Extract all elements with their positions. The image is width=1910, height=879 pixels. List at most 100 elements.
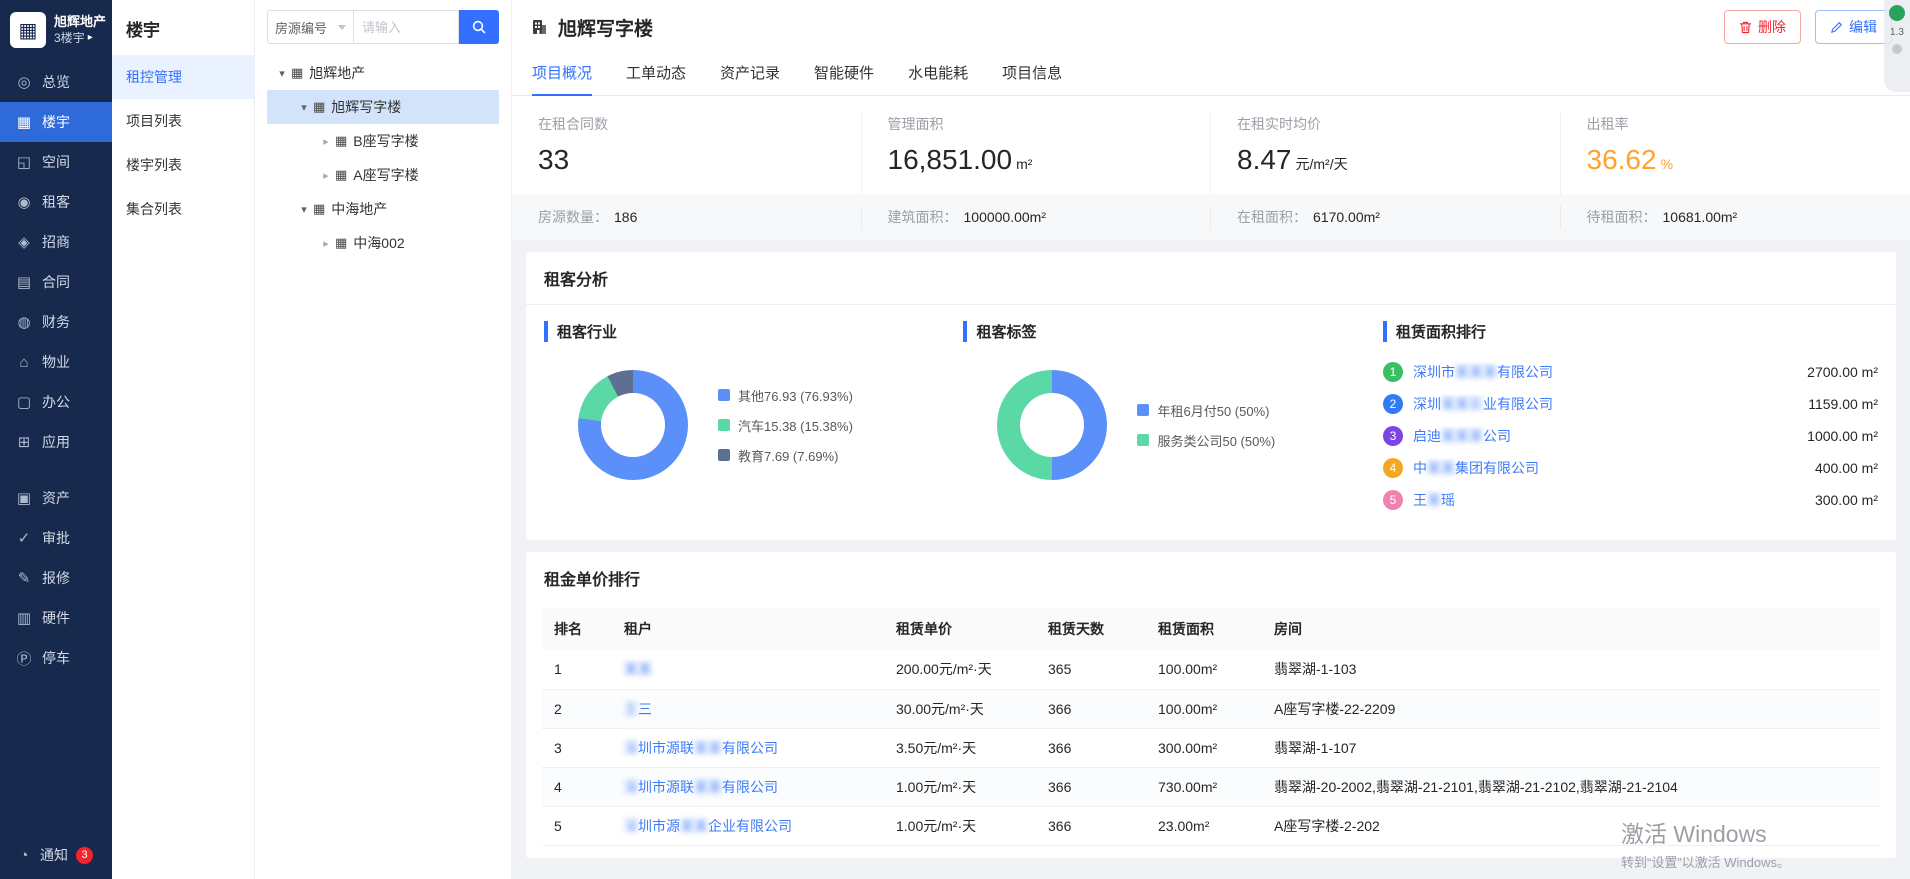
tree-node[interactable]: ▾▦旭辉写字楼	[267, 90, 499, 124]
substat-label: 待租面积：	[1587, 209, 1657, 225]
tree-node[interactable]: ▾▦中海地产	[267, 192, 499, 226]
tree-node-label: 中海地产	[331, 199, 387, 219]
area-ranking-title: 租赁面积排行	[1383, 321, 1878, 342]
stat-value: 8.47元/m²/天	[1237, 144, 1534, 176]
sidebar-item-label: 资产	[42, 488, 70, 508]
cell-price: 1.00元/m²·天	[884, 767, 1036, 806]
submenu-item[interactable]: 项目列表	[112, 99, 254, 143]
sidebar-item-parking[interactable]: Ⓟ停车	[0, 638, 112, 678]
caret-down-icon[interactable]: ▾	[273, 67, 291, 80]
submenu-item[interactable]: 集合列表	[112, 187, 254, 231]
cell-days: 366	[1036, 806, 1146, 845]
stat-value: 16,851.00m²	[888, 144, 1185, 176]
tab-智能硬件[interactable]: 智能硬件	[814, 62, 874, 95]
name-segment: 某某实	[1441, 396, 1483, 412]
tenant-link[interactable]: 某某	[624, 661, 652, 677]
tenant-link[interactable]: 深圳市源联某某有限公司	[624, 779, 778, 795]
building-icon: ▦	[291, 65, 303, 81]
sidebar-item-apps[interactable]: ⊞应用	[0, 422, 112, 462]
building-tree: ▾▦旭辉地产▾▦旭辉写字楼▸▦B座写字楼▸▦A座写字楼▾▦中海地产▸▦中海002	[267, 56, 499, 260]
sidebar-item-tenant[interactable]: ◉租客	[0, 182, 112, 222]
cell-tenant: 王三	[612, 689, 884, 728]
name-segment: 有限公司	[1497, 364, 1553, 380]
watermark-line2: 转到“设置”以激活 Windows。	[1621, 852, 1790, 871]
tab-水电能耗[interactable]: 水电能耗	[908, 62, 968, 95]
stat-value: 33	[538, 144, 835, 176]
sidebar-item-approval[interactable]: ✓审批	[0, 518, 112, 558]
approval-icon: ✓	[16, 529, 32, 547]
company-link[interactable]: 深圳市某某某有限公司	[1413, 362, 1795, 382]
tags-chart-legend: 年租6月付50 (50%)服务类公司50 (50%)	[1137, 401, 1275, 450]
caret-right-icon[interactable]: ▸	[317, 169, 335, 182]
company-link[interactable]: 深圳某某实业有限公司	[1413, 394, 1796, 414]
secondary-sidebar: 楼宇 租控管理项目列表楼宇列表集合列表	[112, 0, 255, 879]
table-row: 1某某200.00元/m²·天365100.00m²翡翠湖-1-103	[542, 650, 1880, 689]
company-link[interactable]: 中某某集团有限公司	[1413, 458, 1803, 478]
tree-node[interactable]: ▾▦旭辉地产	[267, 56, 499, 90]
rank-area-value: 1159.00 m²	[1808, 396, 1878, 412]
substat-value: 100000.00m²	[964, 209, 1047, 225]
caret-down-icon[interactable]: ▾	[295, 101, 313, 114]
cell-rooms: 翡翠湖-1-107	[1262, 728, 1880, 767]
search-button[interactable]	[459, 10, 499, 44]
sidebar-item-building[interactable]: ▦楼宇	[0, 102, 112, 142]
legend-label: 其他76.93 (76.93%)	[738, 386, 853, 405]
tenant-link[interactable]: 深圳市源联某某有限公司	[624, 740, 778, 756]
tenant-link[interactable]: 深圳市源某某企业有限公司	[624, 818, 792, 834]
sidebar-item-property[interactable]: ⌂ 物业	[0, 342, 112, 382]
property-icon: ⌂	[16, 354, 32, 371]
name-segment: 某某	[624, 661, 652, 677]
logo-subtitle: 3楼宇	[54, 31, 85, 46]
tree-node[interactable]: ▸▦中海002	[267, 226, 499, 260]
sidebar-item-contract[interactable]: ▤合同	[0, 262, 112, 302]
name-segment: 某某	[680, 818, 708, 834]
company-link[interactable]: 王某瑶	[1413, 490, 1803, 510]
screen-overlay-widget[interactable]: 1.3	[1884, 0, 1910, 92]
column-header-房间: 房间	[1262, 608, 1880, 650]
submenu-item[interactable]: 租控管理	[112, 55, 254, 99]
tree-node-label: B座写字楼	[353, 131, 418, 151]
sidebar-item-label: 招商	[42, 232, 70, 252]
tree-node[interactable]: ▸▦A座写字楼	[267, 158, 499, 192]
sidebar-item-investment[interactable]: ◈ 招商	[0, 222, 112, 262]
tab-项目信息[interactable]: 项目信息	[1002, 62, 1062, 95]
name-segment: 某某	[694, 740, 722, 756]
stat-label: 管理面积	[888, 114, 1185, 134]
search-input[interactable]	[353, 10, 459, 44]
sidebar-item-asset[interactable]: ▣ 资产	[0, 478, 112, 518]
sidebar-item-hardware[interactable]: ▥硬件	[0, 598, 112, 638]
caret-right-icon[interactable]: ▸	[317, 237, 335, 250]
tenant-link[interactable]: 王三	[624, 701, 652, 717]
legend-label: 服务类公司50 (50%)	[1157, 431, 1275, 450]
sidebar-item-finance[interactable]: ◍财务	[0, 302, 112, 342]
cell-rank: 3	[542, 728, 612, 767]
cell-days: 366	[1036, 767, 1146, 806]
tab-项目概况[interactable]: 项目概况	[532, 62, 592, 95]
cell-price: 200.00元/m²·天	[884, 650, 1036, 689]
column-header-租赁面积: 租赁面积	[1146, 608, 1262, 650]
delete-button[interactable]: 删除	[1724, 10, 1801, 44]
sidebar-item-repair[interactable]: ✎报修	[0, 558, 112, 598]
caret-right-icon[interactable]: ▸	[317, 135, 335, 148]
edit-button[interactable]: 编辑	[1815, 10, 1892, 44]
company-link[interactable]: 启迪某某某公司	[1413, 426, 1795, 446]
sidebar-item-notifications[interactable]: ◔ 通知 3	[0, 831, 112, 879]
investment-icon: ◈	[16, 233, 32, 251]
sidebar-item-office[interactable]: ▢办公	[0, 382, 112, 422]
sidebar-item-label: 物业	[42, 352, 70, 372]
search-type-select[interactable]: 房源编号	[267, 10, 353, 44]
sidebar-item-overview[interactable]: ◎总览	[0, 62, 112, 102]
cell-area: 23.00m²	[1146, 806, 1262, 845]
tab-工单动态[interactable]: 工单动态	[626, 62, 686, 95]
substat-value: 186	[614, 209, 637, 225]
submenu-item[interactable]: 楼宇列表	[112, 143, 254, 187]
sidebar-item-space[interactable]: ◱空间	[0, 142, 112, 182]
logo[interactable]: ▦ 旭辉地产 3楼宇 ▸	[0, 0, 112, 58]
caret-down-icon[interactable]: ▾	[295, 203, 313, 216]
building-icon: ▦	[313, 99, 325, 115]
tags-chart-section: 租客标签 年租6月付50 (50%)服务类公司50 (50%)	[963, 321, 1383, 516]
asset-icon: ▣	[16, 489, 32, 507]
tab-资产记录[interactable]: 资产记录	[720, 62, 780, 95]
area-ranking-row: 3启迪某某某公司1000.00 m²	[1383, 420, 1878, 452]
tree-node[interactable]: ▸▦B座写字楼	[267, 124, 499, 158]
